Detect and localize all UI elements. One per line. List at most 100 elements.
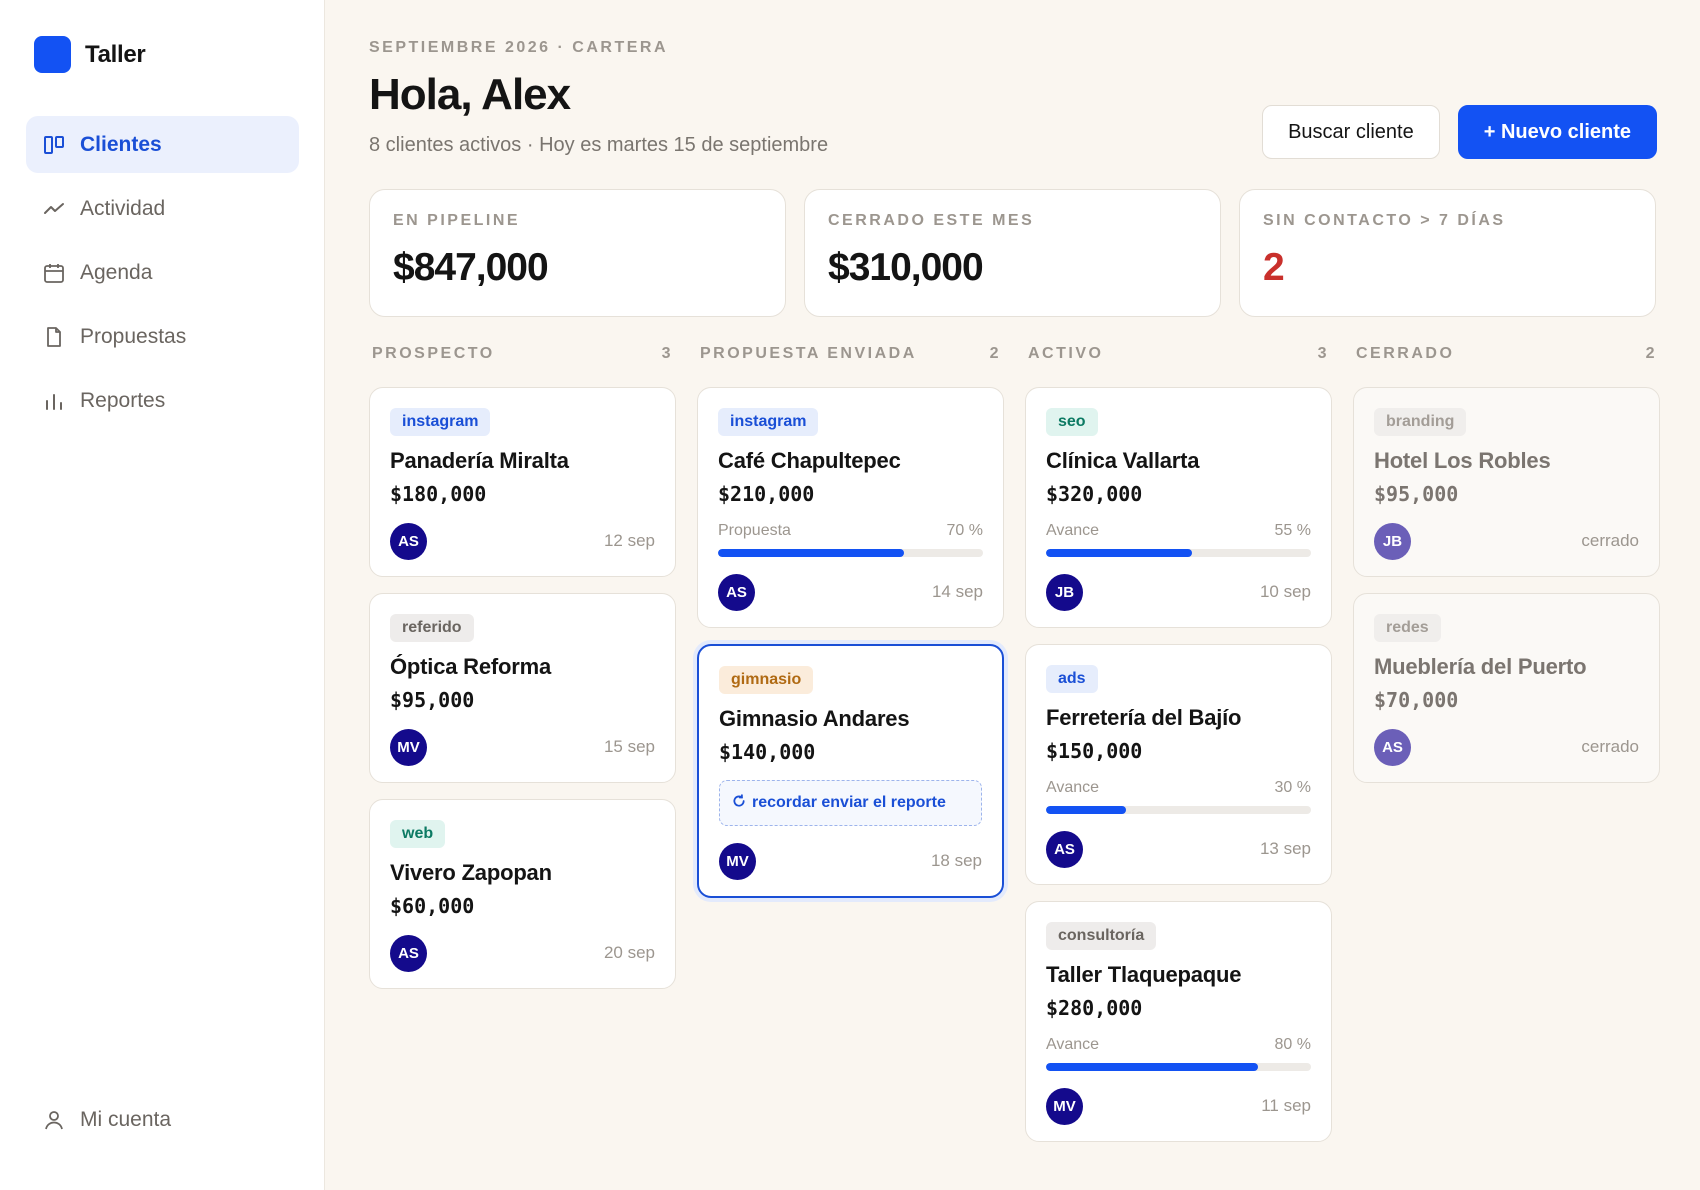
card-date: 11 sep [1261, 1096, 1311, 1115]
sidebar-item-agenda[interactable]: Agenda [26, 244, 299, 301]
trend-icon [42, 197, 66, 221]
stat-label: CERRADO ESTE MES [828, 212, 1035, 229]
client-card[interactable]: instagram Café Chapultepec $210,000 Prop… [697, 387, 1004, 628]
progress-labels: Avance 55 % [1046, 522, 1311, 540]
client-name: Óptica Reforma [390, 654, 552, 679]
progress-bar [1046, 1063, 1311, 1071]
source-tag: ads [1046, 665, 1098, 693]
account-link[interactable]: Mi cuenta [42, 1108, 171, 1132]
client-name: Ferretería del Bajío [1046, 705, 1242, 730]
progress-percent: 55 % [1274, 522, 1311, 539]
search-client-button[interactable]: Buscar cliente [1262, 105, 1440, 159]
client-card-closed[interactable]: redes Mueblería del Puerto $70,000 AS ce… [1353, 593, 1660, 783]
progress: Avance 30 % [1046, 779, 1311, 814]
client-card-closed[interactable]: branding Hotel Los Robles $95,000 JB cer… [1353, 387, 1660, 577]
document-icon [42, 325, 66, 349]
refresh-icon [732, 793, 746, 813]
card-footer: AS 20 sep [390, 918, 655, 988]
avatar: MV [719, 842, 756, 880]
sidebar-item-actividad[interactable]: Actividad [26, 180, 299, 237]
client-amount: $320,000 [1046, 482, 1143, 506]
progress-label: Avance [1046, 522, 1100, 539]
column-propuesta-enviada: PROPUESTA ENVIADA 2 instagram Café Chapu… [697, 345, 1004, 1158]
logo [34, 36, 71, 73]
source-tag: seo [1046, 408, 1098, 436]
avatar: MV [1046, 1087, 1083, 1125]
card-footer: AS 14 sep [718, 557, 983, 627]
column-count: 2 [989, 345, 1001, 362]
client-card-selected[interactable]: gimnasio Gimnasio Andares $140,000 recor… [697, 644, 1004, 898]
progress: Propuesta 70 % [718, 522, 983, 557]
progress-labels: Avance 30 % [1046, 779, 1311, 797]
column-header: PROPUESTA ENVIADA 2 [697, 345, 1004, 387]
client-name: Café Chapultepec [718, 448, 901, 473]
column-cerrado: CERRADO 2 branding Hotel Los Robles $95,… [1353, 345, 1660, 1158]
avatar: AS [1374, 728, 1411, 766]
column-header: CERRADO 2 [1353, 345, 1660, 387]
progress-label: Avance [1046, 1036, 1100, 1053]
client-amount: $140,000 [719, 740, 816, 764]
sidebar-item-reportes[interactable]: Reportes [26, 372, 299, 429]
sidebar-item-label: Reportes [80, 388, 166, 412]
avatar: JB [1374, 522, 1411, 560]
client-card[interactable]: instagram Panadería Miralta $180,000 AS … [369, 387, 676, 577]
sidebar: Taller Clientes Actividad Agenda Propues… [0, 0, 325, 1190]
column-title: CERRADO [1356, 345, 1455, 362]
client-name: Hotel Los Robles [1374, 448, 1551, 473]
account-label: Mi cuenta [80, 1108, 172, 1131]
card-footer: AS 13 sep [1046, 814, 1311, 884]
source-tag: gimnasio [719, 666, 814, 694]
card-footer: JB 10 sep [1046, 557, 1311, 627]
sidebar-item-label: Propuestas [80, 324, 187, 348]
progress-fill [1046, 1063, 1258, 1071]
stat-label: SIN CONTACTO > 7 DÍAS [1263, 212, 1506, 229]
progress-bar [1046, 549, 1311, 557]
stat-value: $310,000 [828, 246, 984, 289]
sidebar-item-propuestas[interactable]: Propuestas [26, 308, 299, 365]
stats-row: EN PIPELINE $847,000 CERRADO ESTE MES $3… [369, 189, 1656, 317]
reminder-text: recordar enviar el reporte [752, 794, 946, 811]
app-name: Taller [85, 40, 146, 68]
avatar: MV [390, 728, 427, 766]
stat-value: $847,000 [393, 246, 549, 289]
sidebar-item-label: Agenda [80, 260, 153, 284]
client-card[interactable]: ads Ferretería del Bajío $150,000 Avance… [1025, 644, 1332, 885]
card-date: 20 sep [603, 943, 655, 962]
card-date: 14 sep [931, 582, 983, 601]
progress: Avance 80 % [1046, 1036, 1311, 1071]
progress-labels: Propuesta 70 % [718, 522, 983, 540]
progress-fill [718, 549, 904, 557]
card-footer: MV 15 sep [390, 712, 655, 782]
source-tag: consultoría [1046, 922, 1157, 950]
avatar: AS [390, 522, 427, 560]
column-count: 3 [661, 345, 673, 362]
page-eyebrow: SEPTIEMBRE 2026 · CARTERA [369, 39, 668, 56]
stat-label: EN PIPELINE [393, 212, 521, 229]
column-count: 3 [1317, 345, 1329, 362]
brand[interactable]: Taller [34, 36, 146, 73]
sidebar-nav: Clientes Actividad Agenda Propuestas Rep… [26, 116, 299, 436]
client-card[interactable]: referido Óptica Reforma $95,000 MV 15 se… [369, 593, 676, 783]
stat-value: 2 [1263, 246, 1285, 289]
calendar-icon [42, 261, 66, 285]
client-card[interactable]: web Vivero Zapopan $60,000 AS 20 sep [369, 799, 676, 989]
avatar: AS [1046, 830, 1083, 868]
card-footer: MV 18 sep [719, 826, 982, 896]
client-amount: $95,000 [390, 688, 475, 712]
new-client-button[interactable]: + Nuevo cliente [1457, 105, 1657, 159]
column-header: PROSPECTO 3 [369, 345, 676, 387]
sidebar-item-clientes[interactable]: Clientes [26, 116, 299, 173]
reminder-note[interactable]: recordar enviar el reporte [719, 780, 982, 826]
progress-bar [1046, 806, 1311, 814]
client-card[interactable]: seo Clínica Vallarta $320,000 Avance 55 … [1025, 387, 1332, 628]
kanban-board: PROSPECTO 3 instagram Panadería Miralta … [369, 345, 1660, 1158]
main-content: SEPTIEMBRE 2026 · CARTERA Hola, Alex 8 c… [369, 0, 1660, 1190]
client-name: Vivero Zapopan [390, 860, 552, 885]
sidebar-item-label: Actividad [80, 196, 166, 220]
client-amount: $95,000 [1374, 482, 1459, 506]
card-footer: AS cerrado [1374, 712, 1639, 782]
column-count: 2 [1645, 345, 1657, 362]
client-card[interactable]: consultoría Taller Tlaquepaque $280,000 … [1025, 901, 1332, 1142]
avatar: JB [1046, 573, 1083, 611]
progress-label: Avance [1046, 779, 1100, 796]
